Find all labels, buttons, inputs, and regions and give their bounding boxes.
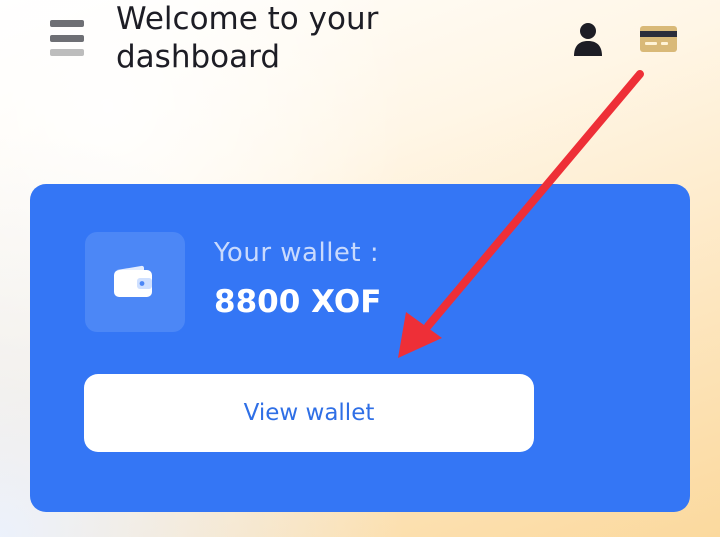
menu-bar — [50, 49, 84, 56]
menu-bar — [50, 34, 84, 42]
wallet-icon — [114, 265, 152, 297]
credit-card-icon[interactable] — [640, 26, 677, 52]
page-title: Welcome to your dashboard — [116, 1, 379, 75]
wallet-label: Your wallet : — [214, 238, 380, 268]
hamburger-menu-icon[interactable] — [50, 20, 86, 56]
menu-bar — [50, 20, 84, 27]
user-icon[interactable] — [572, 22, 604, 56]
view-wallet-button[interactable]: View wallet — [84, 374, 534, 452]
wallet-balance: 8800 XOF — [214, 284, 382, 320]
wallet-icon-container — [85, 232, 185, 332]
wallet-card: Your wallet : 8800 XOF View wallet — [30, 184, 690, 512]
